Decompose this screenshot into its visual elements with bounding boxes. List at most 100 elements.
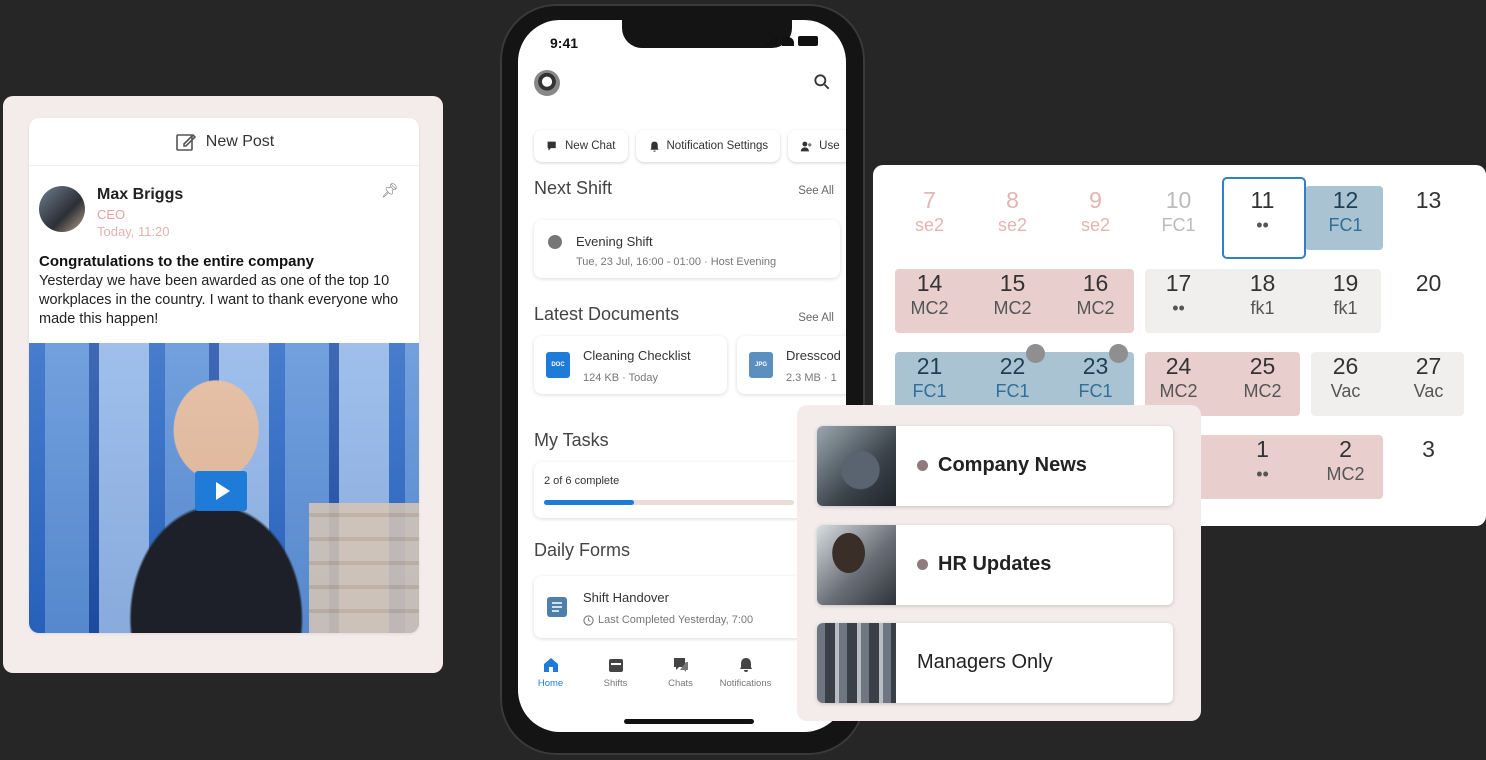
calendar-day[interactable]: 16 MC2 [1054, 258, 1137, 322]
calendar-day[interactable]: 8 se2 [971, 175, 1054, 239]
new-post-label: New Post [205, 132, 275, 150]
documents-see-all[interactable]: See All [798, 312, 834, 324]
status-time: 9:41 [550, 35, 579, 51]
day-number: 21 [916, 353, 943, 379]
calendar-day[interactable]: 25 MC2 [1221, 341, 1304, 405]
doc-file-icon: DOC [546, 352, 570, 378]
calendar-day[interactable]: 22 FC1 [971, 341, 1054, 405]
channel-thumbnail [817, 426, 896, 506]
new-chat-chip[interactable]: New Chat [534, 130, 628, 162]
calendar-day[interactable]: 11 •• [1221, 175, 1304, 239]
play-button[interactable] [195, 471, 247, 511]
search-icon[interactable] [812, 72, 832, 92]
calendar-day[interactable]: 15 MC2 [971, 258, 1054, 322]
tasks-heading: My Tasks [534, 430, 609, 450]
quick-actions: New Chat Notification Settings Use [534, 130, 846, 162]
tab-shifts[interactable]: Shifts [583, 656, 648, 702]
home-icon [543, 658, 558, 672]
next-shift-card[interactable]: Evening Shift Tue, 23 Jul, 16:00 - 01:00… [534, 220, 840, 278]
tab-home[interactable]: Home [518, 656, 583, 702]
day-number: 17 [1165, 270, 1192, 296]
clock-icon [583, 614, 594, 626]
calendar-day[interactable]: 12 FC1 [1304, 175, 1387, 239]
shift-code: Vac [1413, 381, 1444, 401]
shift-code: fk1 [1333, 298, 1358, 318]
document-meta: 124 KB · Today [583, 372, 659, 384]
calendar-day[interactable]: 13 [1387, 175, 1470, 239]
calendar-day[interactable]: 19 fk1 [1304, 258, 1387, 322]
post-timestamp: Today, 11:20 [97, 224, 170, 239]
shift-code: MC2 [1076, 298, 1115, 318]
calendar-day[interactable]: 27 Vac [1387, 341, 1470, 405]
day-number: 10 [1165, 187, 1192, 213]
shift-code: MC2 [910, 298, 949, 318]
calendar-day[interactable]: 26 Vac [1304, 341, 1387, 405]
shift-name: Evening Shift [576, 234, 653, 249]
play-icon [216, 482, 230, 500]
signal-icon [764, 36, 778, 46]
shift-code: FC1 [1328, 215, 1363, 235]
calendar-day[interactable]: 10 FC1 [1137, 175, 1220, 239]
unread-dot [917, 460, 928, 471]
day-number: 22 [999, 353, 1026, 379]
tasks-progress-label: 2 of 6 complete [544, 475, 620, 487]
calendar-day[interactable]: 1 •• [1221, 424, 1304, 488]
tab-notifications[interactable]: Notifications [713, 656, 778, 702]
day-number: 2 [1339, 436, 1352, 462]
image-file-icon: JPG [749, 352, 773, 378]
author-role: CEO [97, 207, 126, 222]
bell-icon [649, 141, 659, 152]
calendar-day[interactable]: 14 MC2 [888, 258, 971, 322]
post-title: Congratulations to the entire company [39, 253, 315, 270]
form-meta: Last Completed Yesterday, 7:00 [583, 614, 753, 626]
calendar-day[interactable]: 18 fk1 [1221, 258, 1304, 322]
calendar-day[interactable]: 2 MC2 [1304, 424, 1387, 488]
calendar-day[interactable]: 21 FC1 [888, 341, 971, 405]
pin-icon[interactable]: 📌︎ [381, 182, 399, 199]
channel-label: Managers Only [917, 651, 1053, 673]
status-icons [764, 36, 818, 46]
calendar-day[interactable]: 9 se2 [1054, 175, 1137, 239]
tab-chats[interactable]: Chats [648, 656, 713, 702]
avatar[interactable] [39, 186, 85, 232]
calendar-day[interactable]: 17 •• [1137, 258, 1220, 322]
tasks-progress-card[interactable]: 2 of 6 complete [534, 462, 824, 518]
author-name[interactable]: Max Briggs [97, 186, 183, 204]
battery-icon [798, 36, 818, 46]
next-shift-see-all[interactable]: See All [798, 185, 834, 197]
channel-hr-updates[interactable]: HR Updates [817, 525, 1173, 605]
new-post-button[interactable]: New Post [29, 118, 419, 166]
day-number: 16 [1082, 270, 1109, 296]
calendar-day[interactable]: 23 FC1 [1054, 341, 1137, 405]
shift-code: MC2 [993, 298, 1032, 318]
day-number: 24 [1165, 353, 1192, 379]
post-author: Max Briggs CEO Today, 11:20 📌︎ [29, 166, 419, 239]
calendar-day[interactable]: 3 [1387, 424, 1470, 488]
chat-icon [673, 658, 688, 672]
shift-code: •• [1256, 464, 1269, 484]
calendar-day[interactable]: 7 se2 [888, 175, 971, 239]
day-number: 19 [1332, 270, 1359, 296]
channel-company-news[interactable]: Company News [817, 426, 1173, 506]
users-chip[interactable]: Use [788, 130, 846, 162]
document-card[interactable]: JPG Dresscod 2.3 MB · 1 [737, 336, 846, 394]
post-video[interactable] [29, 343, 419, 633]
tasks-progress-bar [544, 500, 794, 505]
calendar-day[interactable]: 24 MC2 [1137, 341, 1220, 405]
calendar-day[interactable]: 20 [1387, 258, 1470, 322]
channel-label: HR Updates [938, 553, 1052, 575]
form-card[interactable]: Shift Handover Last Completed Yesterday,… [534, 576, 824, 638]
channel-managers-only[interactable]: Managers Only [817, 623, 1173, 703]
channel-thumbnail [817, 525, 896, 605]
document-card[interactable]: DOC Cleaning Checklist 124 KB · Today [534, 336, 727, 394]
tasks-progress-fill [544, 500, 634, 505]
app-logo[interactable] [534, 70, 560, 96]
day-number: 26 [1332, 353, 1359, 379]
day-number: 8 [1006, 187, 1019, 213]
shift-code: FC1 [1161, 215, 1196, 235]
forms-heading: Daily Forms [534, 540, 631, 560]
notification-settings-chip[interactable]: Notification Settings [635, 130, 781, 162]
chat-icon [547, 141, 556, 151]
post-body: Yesterday we have been awarded as one of… [39, 273, 399, 327]
day-number: 18 [1249, 270, 1276, 296]
